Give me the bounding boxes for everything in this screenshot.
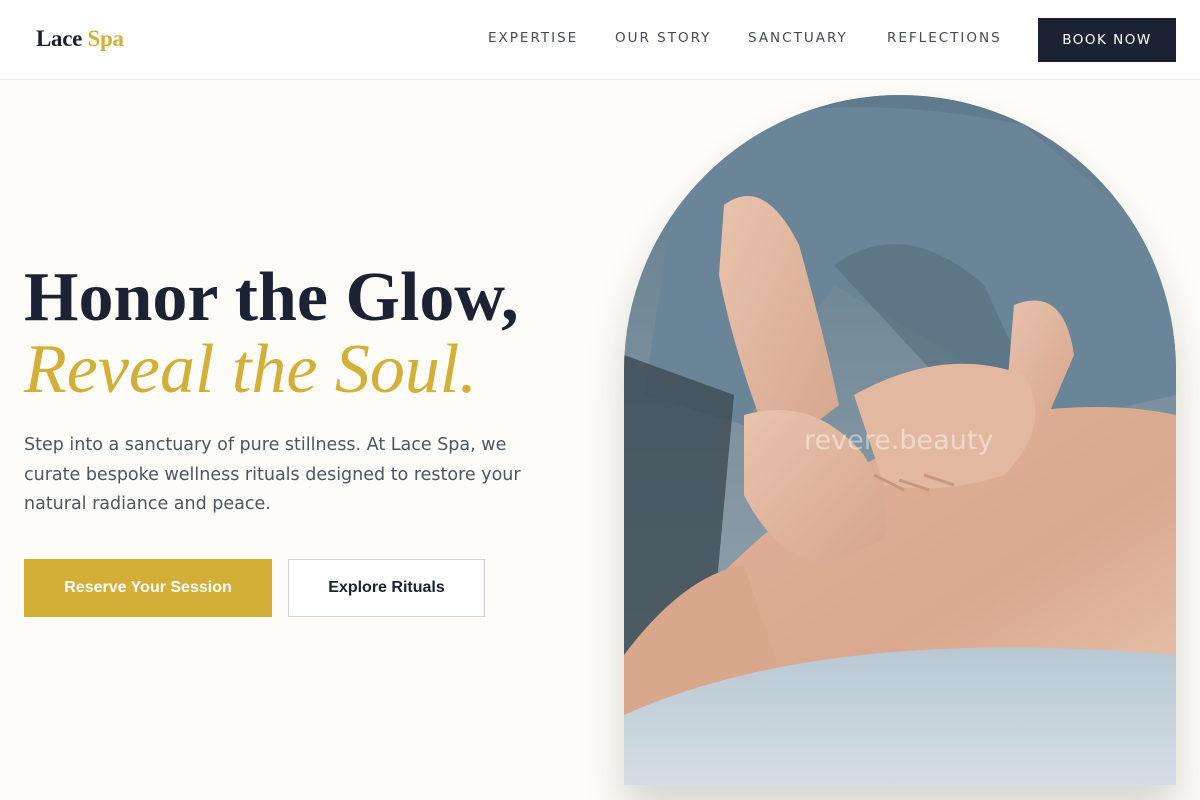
brand-name: Lace <box>36 26 83 51</box>
brand-logo[interactable]: Lace Spa <box>36 26 124 52</box>
image-watermark: revere.beauty <box>804 425 994 456</box>
site-header: Lace Spa EXPERTISE OUR STORY SANCTUARY R… <box>0 0 1200 80</box>
reserve-session-button[interactable]: Reserve Your Session <box>24 559 272 617</box>
nav-link-expertise[interactable]: EXPERTISE <box>488 30 578 46</box>
hero-intro: Step into a sanctuary of pure stillness.… <box>24 435 521 514</box>
brand-accent: Spa <box>87 26 124 51</box>
book-now-button[interactable]: BOOK NOW <box>1038 18 1176 62</box>
hero-headline-accent: Reveal the Soul. <box>24 331 477 408</box>
nav-link-reflections[interactable]: REFLECTIONS <box>887 30 1002 46</box>
hero-headline: Honor the Glow, <box>24 259 519 336</box>
nav-link-our-story[interactable]: OUR STORY <box>615 30 711 46</box>
nav-link-sanctuary[interactable]: SANCTUARY <box>748 30 848 46</box>
explore-rituals-button[interactable]: Explore Rituals <box>288 559 485 617</box>
